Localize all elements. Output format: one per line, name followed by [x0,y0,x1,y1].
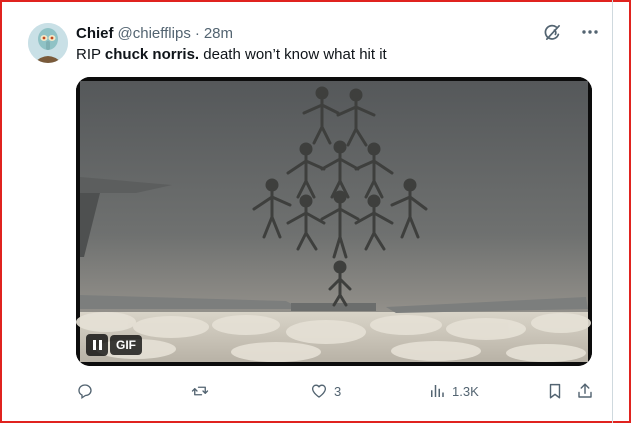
reply-button[interactable] [76,380,100,402]
tweet-actions: 3 1.3K [76,380,596,402]
views-icon [431,385,444,397]
tweet-text-prefix: RIP [76,46,105,63]
timestamp[interactable]: 28m [204,25,233,42]
views-count: 1.3K [452,383,479,399]
gif-badge: GIF [110,335,142,355]
pause-icon[interactable] [86,334,108,356]
avatar[interactable] [28,23,68,63]
bookmark-button[interactable] [546,380,564,402]
heart-icon [311,384,327,398]
bookmark-icon [549,383,561,399]
tweet-text-bold: chuck norris. [104,46,200,63]
like-count: 3 [334,383,342,399]
share-icon [578,383,592,398]
gif-frame-image [76,77,592,366]
gif-controls: GIF [86,334,142,356]
author-name[interactable]: Chief [76,25,114,42]
column-divider [612,0,613,423]
header-icons [541,21,601,43]
more-icon[interactable] [579,21,601,43]
views-button[interactable]: 1.3K [428,380,479,402]
share-button[interactable] [576,380,594,402]
retweet-icon [191,386,209,396]
tweet-text-suffix: death won’t know what hit it [199,46,387,63]
like-button[interactable]: 3 [310,380,341,402]
author-handle[interactable]: @chiefflips [118,25,191,42]
separator-dot: · [194,24,200,42]
reply-icon [78,384,92,400]
grok-icon[interactable] [541,21,563,43]
tweet-text: RIP chuck norris. death won’t know what … [76,45,387,65]
tweet-header: Chief @chiefflips · 28m [76,23,233,43]
retweet-button[interactable] [190,380,216,402]
tweet-media-gif[interactable]: GIF [76,77,592,366]
